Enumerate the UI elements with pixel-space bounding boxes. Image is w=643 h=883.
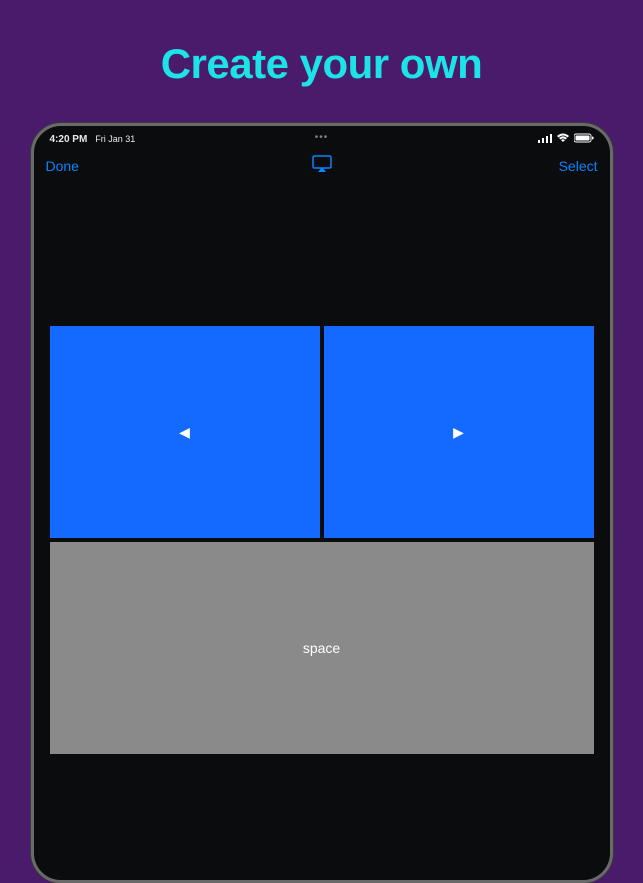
multitask-menu-icon[interactable]: ••• (315, 132, 329, 143)
ipad-device-frame: 4:20 PM Fri Jan 31 ••• Done Sele (31, 123, 613, 883)
next-button[interactable]: ▶ (324, 326, 594, 538)
status-date: Fri Jan 31 (95, 134, 135, 144)
triangle-right-icon: ▶ (453, 424, 464, 441)
space-button[interactable]: space (50, 542, 594, 754)
battery-icon (574, 133, 594, 146)
space-label: space (303, 640, 340, 656)
top-row: ◀ ▶ (50, 326, 594, 538)
status-left: 4:20 PM Fri Jan 31 (50, 134, 136, 145)
nav-bar: Done Select (34, 146, 610, 186)
status-time: 4:20 PM (50, 134, 88, 145)
content-area: ◀ ▶ space (34, 186, 610, 880)
airplay-icon[interactable] (312, 155, 332, 178)
ipad-screen: 4:20 PM Fri Jan 31 ••• Done Sele (34, 126, 610, 880)
status-bar: 4:20 PM Fri Jan 31 ••• (34, 126, 610, 146)
marketing-title: Create your own (0, 0, 643, 123)
wifi-icon (556, 133, 570, 146)
select-button[interactable]: Select (559, 158, 598, 174)
triangle-left-icon: ◀ (179, 424, 190, 441)
cellular-signal-icon (538, 133, 552, 146)
done-button[interactable]: Done (46, 158, 79, 174)
previous-button[interactable]: ◀ (50, 326, 320, 538)
status-right (538, 133, 594, 146)
layout-grid: ◀ ▶ space (50, 326, 594, 754)
